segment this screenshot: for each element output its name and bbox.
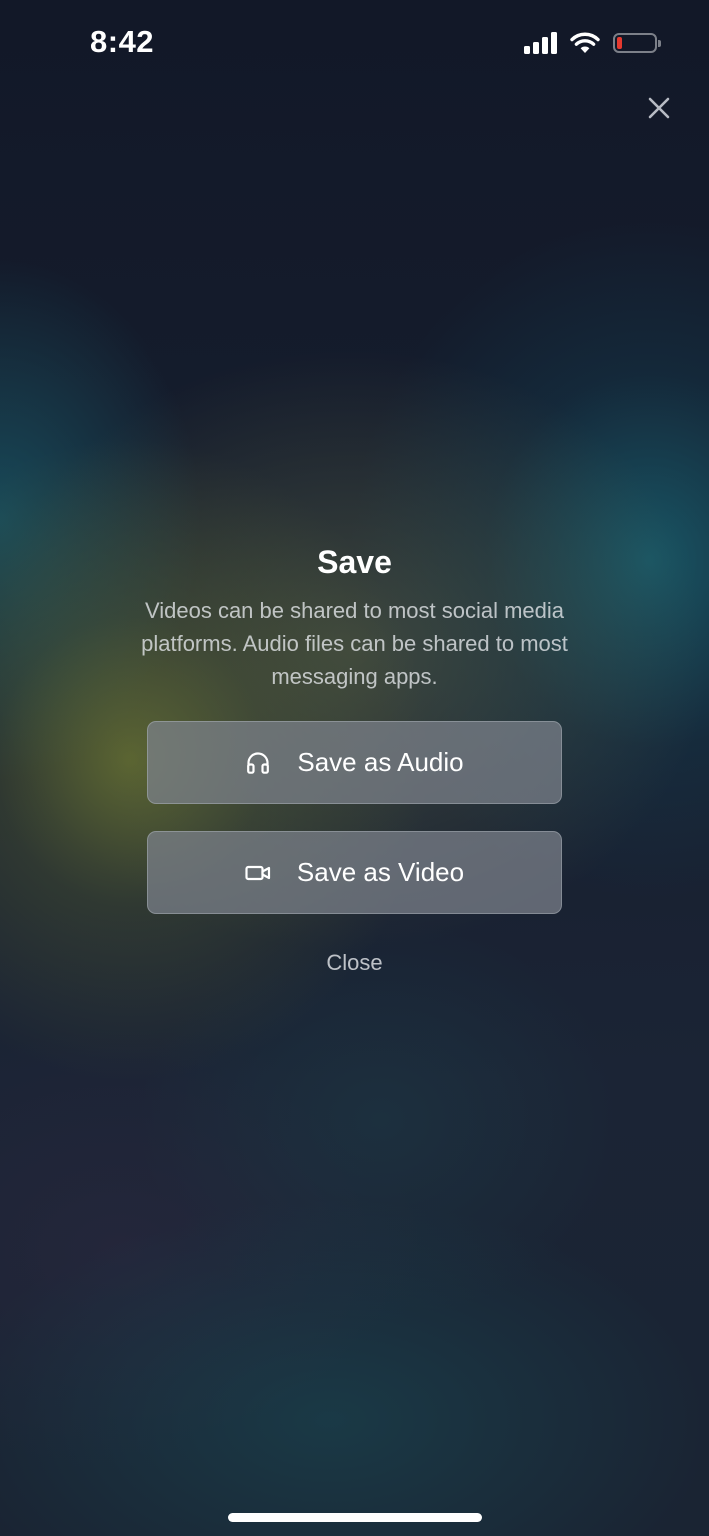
wifi-icon <box>570 32 600 53</box>
dialog-description: Videos can be shared to most social medi… <box>141 598 568 689</box>
status-icons <box>524 28 661 58</box>
save-dialog: Save Videos can be shared to most social… <box>141 540 568 976</box>
status-time: 8:42 <box>90 24 155 59</box>
save-dialog-screen: 8:42 Save Videos can be shared to most s… <box>0 0 709 1536</box>
close-button[interactable]: Close <box>326 950 382 976</box>
save-as-video-button[interactable]: Save as Video <box>147 831 562 914</box>
close-icon[interactable] <box>643 92 675 124</box>
save-as-audio-label: Save as Audio <box>297 747 464 777</box>
save-as-audio-button[interactable]: Save as Audio <box>147 721 562 804</box>
home-indicator[interactable] <box>228 1513 482 1522</box>
headphones-icon <box>245 750 271 776</box>
dialog-title: Save <box>317 544 392 580</box>
cellular-signal-icon <box>524 32 557 54</box>
battery-icon <box>613 33 661 53</box>
save-as-video-label: Save as Video <box>296 857 465 887</box>
battery-level <box>617 37 622 49</box>
video-camera-icon <box>245 860 271 886</box>
